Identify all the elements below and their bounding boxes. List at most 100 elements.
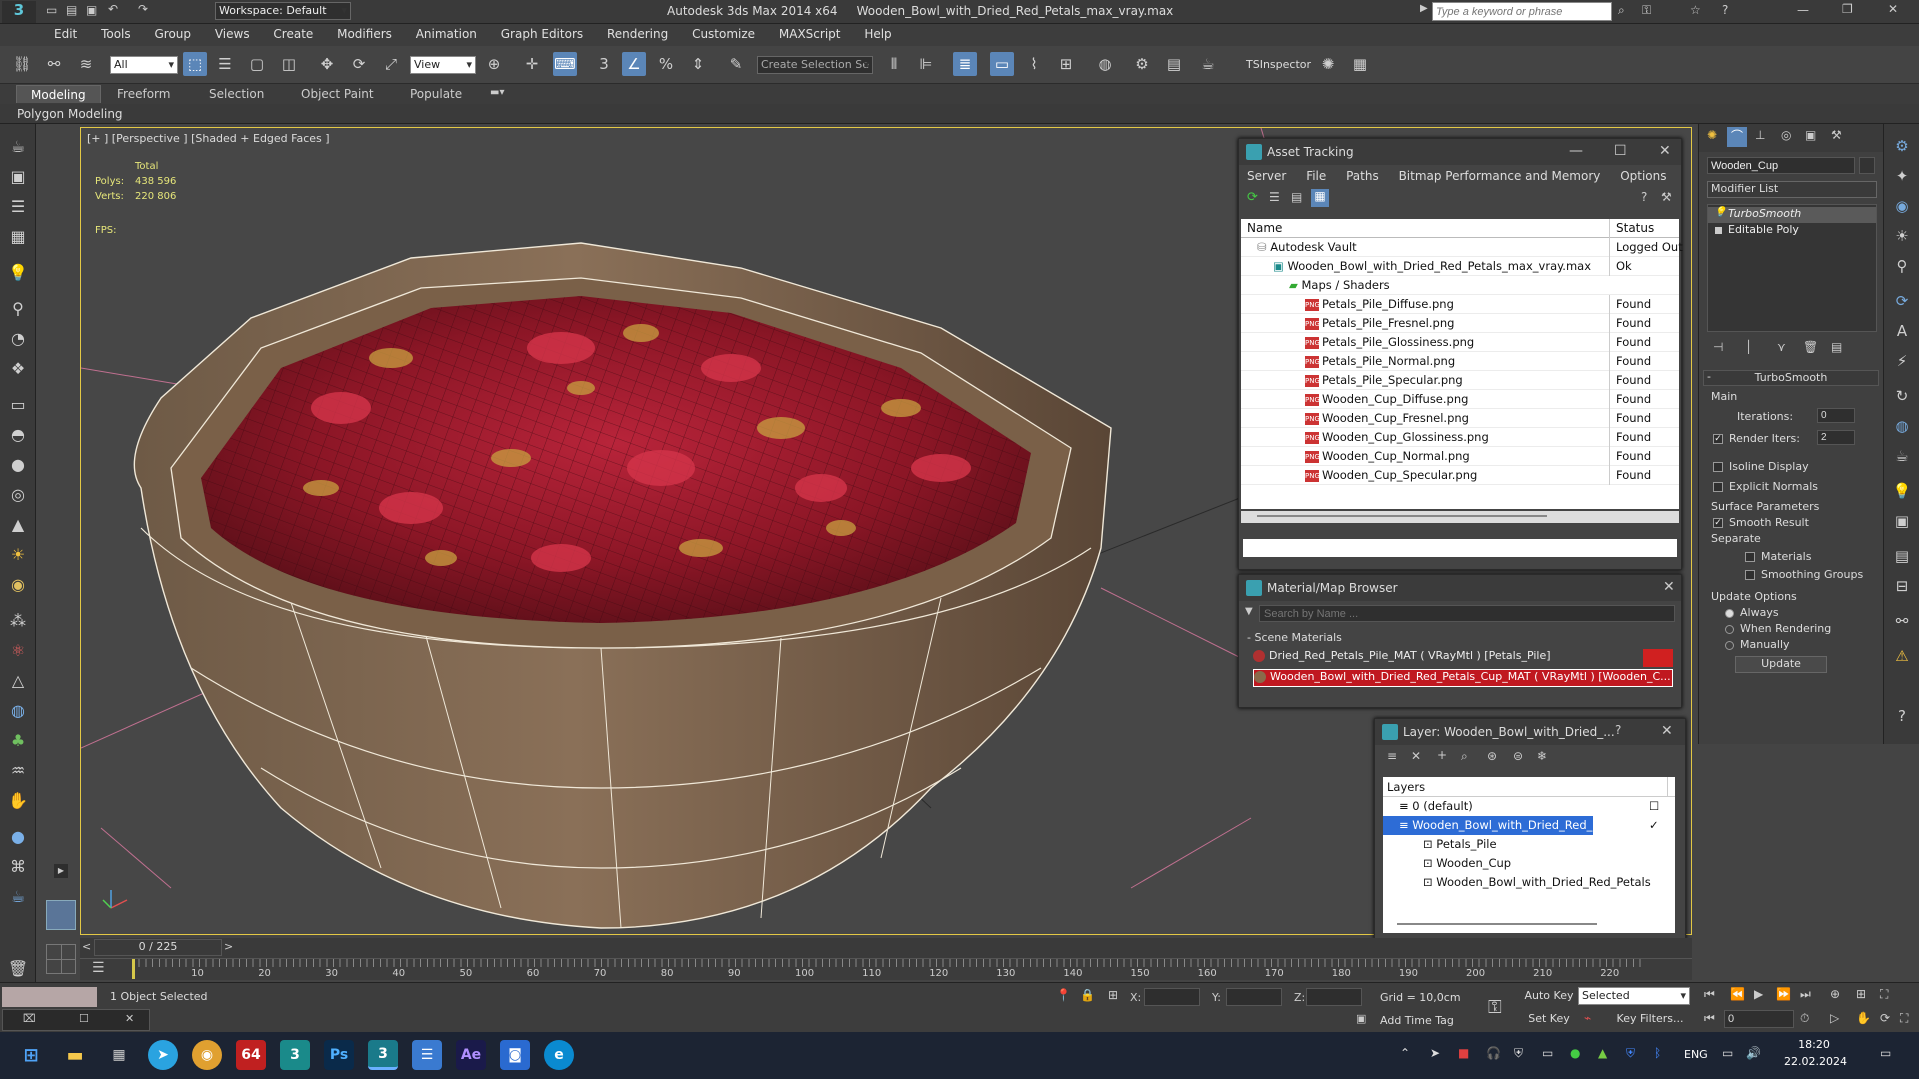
tray-telegram-icon[interactable]: ➤ <box>1430 1046 1440 1060</box>
star-icon[interactable]: ☆ <box>1690 3 1701 17</box>
app-logo-icon[interactable]: 3 <box>2 1 36 23</box>
teapot2-icon[interactable]: ☕ <box>6 884 30 908</box>
snaps-toggle-icon[interactable]: 3 <box>592 52 616 76</box>
delete-layer-icon[interactable]: ✕ <box>1411 749 1421 763</box>
maximize-icon[interactable]: ☐ <box>79 1012 89 1025</box>
hair-icon[interactable]: ♒ <box>6 758 30 782</box>
asset-row[interactable]: PNG Petals_Pile_Specular.png Found <box>1241 371 1679 390</box>
asset-row[interactable]: PNG Petals_Pile_Diffuse.png Found <box>1241 295 1679 314</box>
prev-key-icon[interactable]: ⏪ <box>1730 987 1745 1001</box>
time-slider[interactable]: < 0 / 225 > <box>80 938 1692 958</box>
list-icon[interactable]: ☰ <box>6 194 30 218</box>
show-end-result-icon[interactable]: │ <box>1745 340 1752 354</box>
tab-populate[interactable]: Populate <box>410 87 462 101</box>
blue-sphere-icon[interactable]: ● <box>6 824 30 848</box>
light-bulb-icon[interactable]: 💡 <box>6 260 30 284</box>
asset-row[interactable]: PNG Petals_Pile_Fresnel.png Found <box>1241 314 1679 333</box>
search-arrow-icon[interactable]: ▶ <box>1420 3 1428 14</box>
manually-radio[interactable]: Manually <box>1725 638 1790 651</box>
add-to-layer-icon[interactable]: + <box>1437 748 1447 762</box>
plant-icon[interactable]: ♣ <box>6 728 30 752</box>
asset-row[interactable]: ⛁ Autodesk Vault Logged Out <box>1241 238 1683 257</box>
hide-all-icon[interactable]: ⊜ <box>1513 749 1523 763</box>
box-icon[interactable]: ▣ <box>1890 509 1914 533</box>
edge-icon[interactable]: e <box>544 1040 574 1070</box>
named-selection-dropdown[interactable]: Create Selection Se <box>757 56 873 74</box>
render-icon[interactable]: ⌘ <box>6 854 30 878</box>
current-layer-check-icon[interactable]: ✓ <box>1649 816 1659 835</box>
pin-stack-icon[interactable]: ⊣ <box>1713 340 1723 354</box>
angle-snap-icon[interactable]: ∠ <box>622 52 646 76</box>
set-key-button[interactable]: Set Key <box>1524 1010 1574 1028</box>
menu-customize[interactable]: Customize <box>682 24 765 41</box>
pin-icon[interactable]: 📍 <box>1056 988 1071 1002</box>
viewport-label[interactable]: [+ ] [Perspective ] [Shaded + Edged Face… <box>87 132 330 145</box>
settings-icon[interactable]: ⚒ <box>1661 190 1672 204</box>
image-icon[interactable]: ▤ <box>1890 544 1914 568</box>
asset-scrollbar[interactable] <box>1241 511 1679 523</box>
key-mode-dropdown[interactable]: Selected <box>1578 987 1690 1005</box>
warning-icon[interactable]: ⚠ <box>1890 644 1914 668</box>
maxscript-listener[interactable] <box>2 987 97 1007</box>
open-file-icon[interactable]: ▤ <box>66 3 77 17</box>
align-icon[interactable]: ⊫ <box>914 52 938 76</box>
photoshop-icon[interactable]: Ps <box>324 1040 354 1070</box>
tray-display-icon[interactable]: ▭ <box>1542 1046 1553 1060</box>
always-radio[interactable]: Always <box>1725 606 1779 619</box>
y-coord-field[interactable] <box>1226 988 1282 1006</box>
tray-shield-icon[interactable]: ⛨ <box>1514 1046 1523 1061</box>
minimize-window-icon[interactable]: — <box>1797 3 1809 17</box>
goto-start-icon[interactable]: ⏮ <box>1704 987 1715 1002</box>
rectangular-selection-icon[interactable]: ▢ <box>245 52 269 76</box>
molecule-icon[interactable]: ⚛ <box>6 638 30 662</box>
table-view-icon[interactable]: ▦ <box>1311 189 1329 207</box>
expand-arrow-icon[interactable]: ▶ <box>54 864 68 878</box>
teapot-icon[interactable]: ☕ <box>1890 444 1914 468</box>
chrome-icon[interactable]: ◉ <box>192 1040 222 1070</box>
menu-rendering[interactable]: Rendering <box>597 24 678 41</box>
asset-row[interactable]: PNG Wooden_Cup_Diffuse.png Found <box>1241 390 1679 409</box>
zoom-icon[interactable]: ⊕ <box>1830 987 1840 1001</box>
asset-row[interactable]: PNG Wooden_Cup_Glossiness.png Found <box>1241 428 1679 447</box>
help-search-input[interactable] <box>1432 2 1612 21</box>
when-rendering-radio[interactable]: When Rendering <box>1725 622 1831 635</box>
key-icon[interactable]: ⚿ <box>1642 3 1651 18</box>
prev-frame-icon[interactable]: < <box>82 940 91 953</box>
layer-row[interactable]: ≡ Wooden_Bowl_with_Dried_Red_Petals ✓ <box>1383 816 1659 835</box>
sculpt-icon[interactable]: ✋ <box>6 788 30 812</box>
close-icon[interactable]: ✕ <box>1663 579 1675 595</box>
refresh-icon[interactable]: ⟳ <box>1247 190 1258 205</box>
schematic-view-icon[interactable]: ⊞ <box>1054 52 1078 76</box>
sphere-icon[interactable]: ● <box>6 452 30 476</box>
tray-green-icon[interactable]: ● <box>1570 1046 1580 1060</box>
track-bar[interactable]: 10 20 30 40 50 60 70 80 90 100 110 120 130 140 150 160 1… <box>80 958 1692 980</box>
clock-date[interactable]: 22.02.2024 <box>1784 1055 1847 1068</box>
close-icon[interactable]: ✕ <box>1661 723 1673 739</box>
layer-row[interactable]: ≡ 0 (default) ☐ <box>1383 797 1675 816</box>
pyramid-icon[interactable]: △ <box>6 668 30 692</box>
iterations-spinner[interactable] <box>1817 408 1855 423</box>
menu-bitmap-performance[interactable]: Bitmap Performance and Memory <box>1391 165 1609 183</box>
hierarchy-tab-icon[interactable]: ⊥ <box>1755 128 1765 142</box>
window-crossing-icon[interactable]: ◫ <box>277 52 301 76</box>
tray-network-icon[interactable]: ▭ <box>1722 1046 1733 1060</box>
isoline-checkbox[interactable]: Isoline Display <box>1713 460 1809 473</box>
reference-coord-dropdown[interactable]: View <box>410 56 476 74</box>
fov-icon[interactable]: ▷ <box>1830 1011 1839 1025</box>
close-icon[interactable]: ✕ <box>1659 143 1671 159</box>
time-slider-thumb[interactable]: 0 / 225 <box>94 939 222 956</box>
col-status[interactable]: Status <box>1609 219 1679 238</box>
mirror-icon[interactable]: ⫴ <box>882 52 906 76</box>
menu-tools[interactable]: Tools <box>91 24 141 41</box>
select-object-icon[interactable]: ⬚ <box>183 52 207 76</box>
utilities-tab-icon[interactable]: ⚒ <box>1831 128 1842 142</box>
asset-row[interactable]: PNG Wooden_Cup_Normal.png Found <box>1241 447 1679 466</box>
smooth-result-checkbox[interactable]: ✓ Smooth Result <box>1713 516 1809 529</box>
tab-modeling[interactable]: Modeling <box>16 85 101 103</box>
cone-icon[interactable]: ▲ <box>6 512 30 536</box>
asset-row[interactable]: ▣ Wooden_Bowl_with_Dried_Red_Petals_max_… <box>1241 257 1679 276</box>
menu-group[interactable]: Group <box>144 24 201 41</box>
menu-maxscript[interactable]: MAXScript <box>769 24 851 41</box>
key-mode-icon[interactable]: ⏮ <box>1704 1011 1715 1026</box>
sun-icon[interactable]: ☀ <box>6 542 30 566</box>
